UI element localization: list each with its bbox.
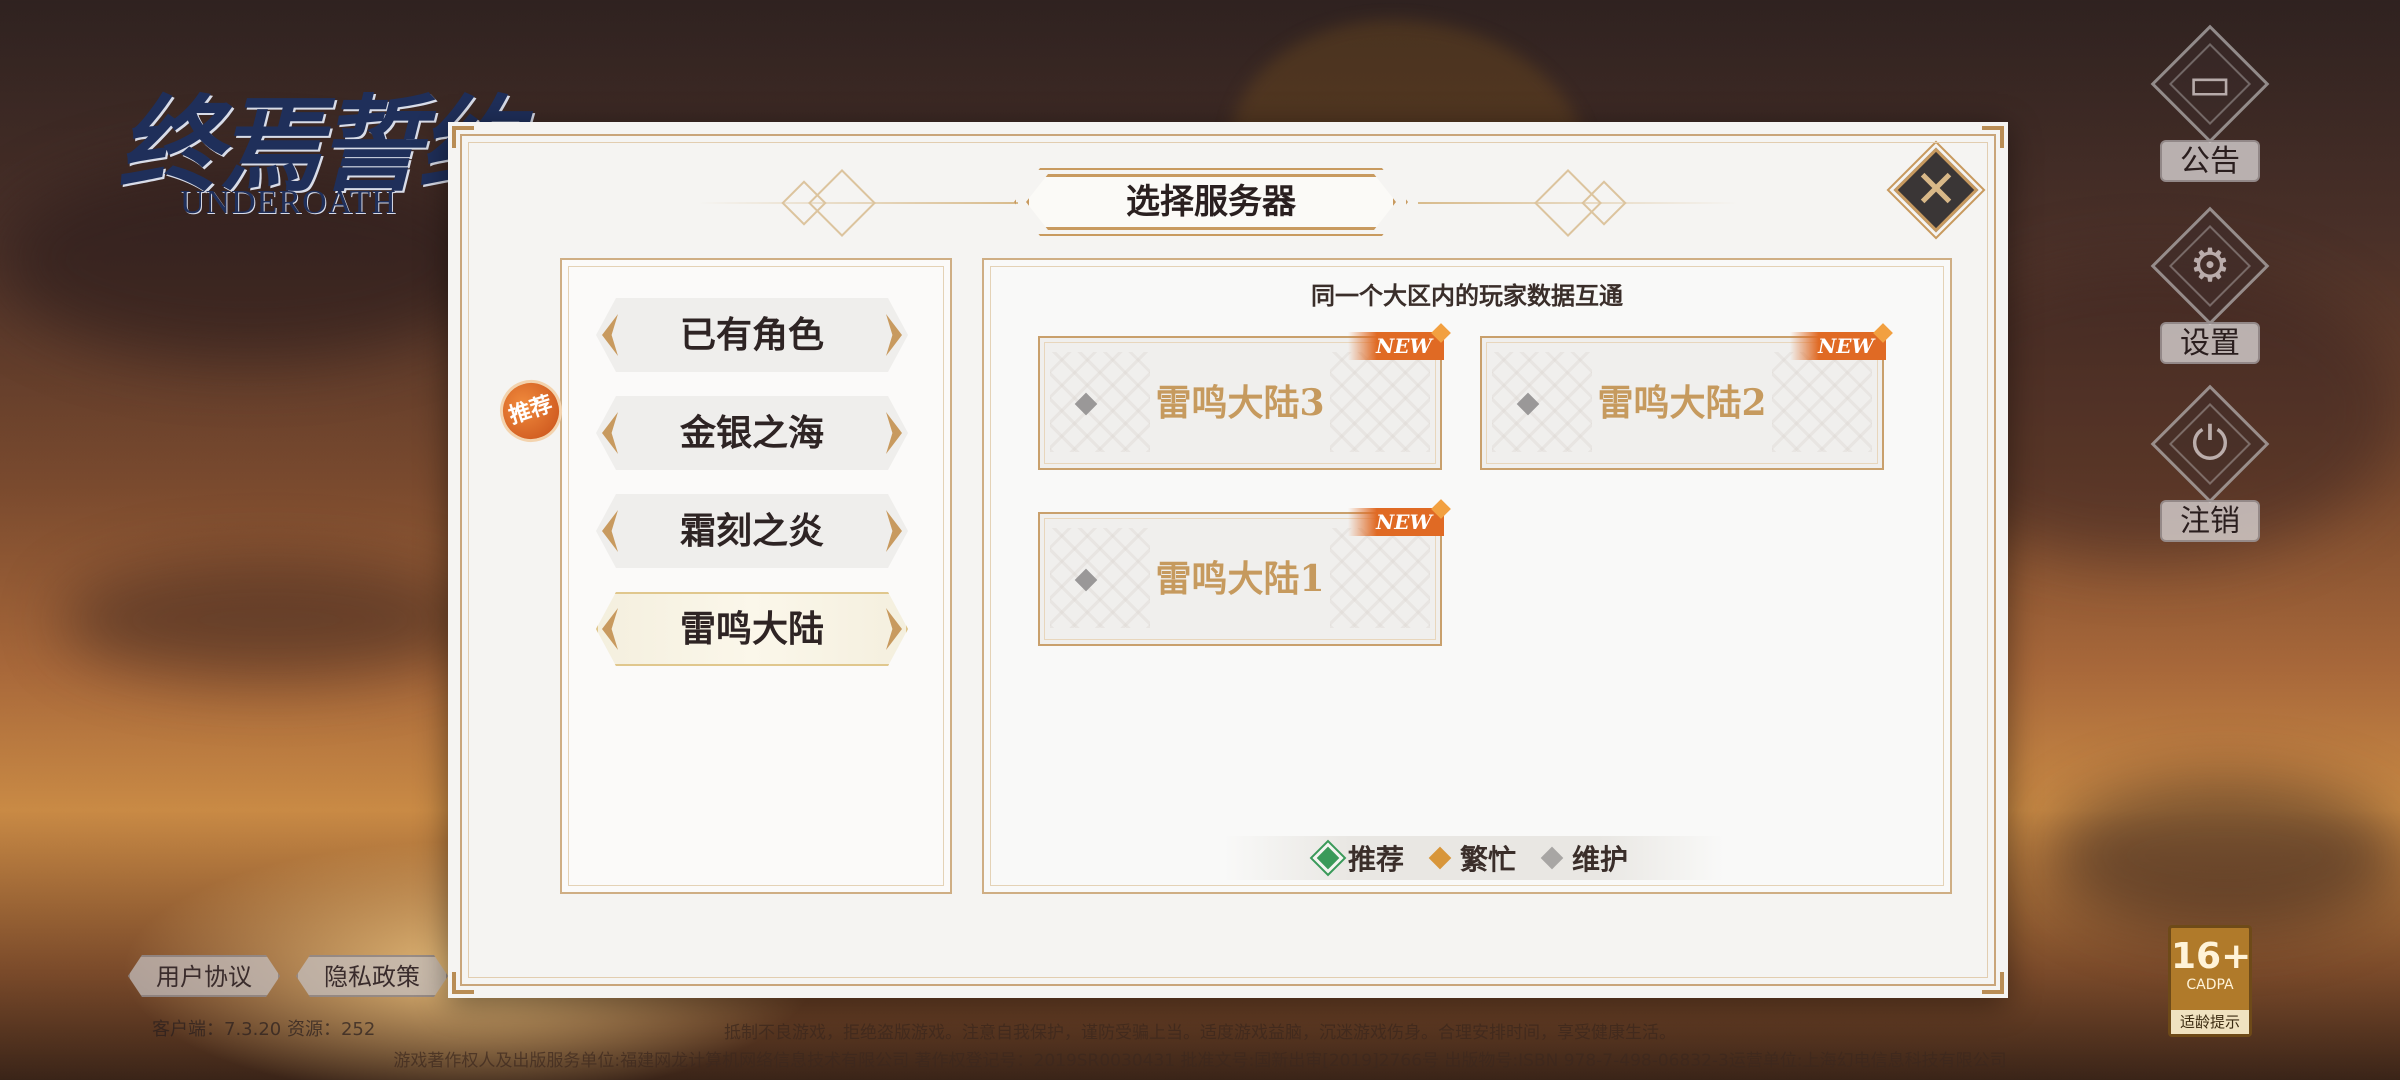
arrow-left-icon [602,510,618,552]
title-ornament [1534,169,1602,237]
legend-item-maintenance: 维护 [1540,838,1629,878]
title-banner-outline [1014,168,1408,236]
title-ornament [781,180,827,226]
announcement-icon: ▭ [2188,56,2232,110]
frame-corner [452,126,474,148]
region-label: 雷鸣大陆 [679,608,824,650]
title-ornament [808,169,876,237]
frame-corner [1982,126,2004,148]
arrow-left-icon [602,608,618,650]
server-name: 雷鸣大陆1 [1155,558,1325,600]
maintenance-status-icon [1074,392,1098,416]
recommended-badge: 推荐 [491,371,571,451]
announcement-label: 公告 [2160,140,2260,182]
age-rating-org: CADPA [2186,977,2234,993]
close-icon[interactable]: ✕ [1906,152,1966,228]
arrow-left-icon [602,412,618,454]
title-ornament [698,202,1018,204]
logout-label: 注销 [2160,500,2260,542]
maintenance-status-icon [1516,392,1540,416]
user-agreement-link[interactable]: 用户协议 [128,955,280,997]
new-badge: NEW [1790,332,1886,360]
server-card[interactable]: 雷鸣大陆3 NEW [1038,323,1451,470]
data-sharing-hint: 同一个大区内的玩家数据互通 [1311,281,1623,310]
legend-item-busy: 繁忙 [1428,838,1516,878]
arrow-right-icon [886,314,902,356]
region-label: 霜刻之炎 [679,510,824,552]
frame-corner [1982,972,2004,994]
health-notice: 抵制不良游戏，拒绝盗版游戏。注意自我保护，谨防受骗上当。适度游戏益脑，沉迷游戏伤… [724,1023,1676,1043]
region-label: 金银之海 [679,412,824,454]
sparkle-icon [1873,323,1893,343]
legend-item-recommended: 推荐 [1316,838,1404,878]
power-icon: ⏻ [2191,416,2229,470]
region-list: 已有角色 金银之海 霜刻之炎 雷鸣大陆 [560,258,952,894]
age-rating-number: 16+ [2171,936,2252,977]
privacy-policy-link[interactable]: 隐私政策 [296,955,448,997]
logo-subtitle: UNDEROATH [180,184,397,221]
arrow-right-icon [886,510,902,552]
gear-icon: ⚙ [2189,238,2231,292]
maintenance-status-icon [1540,846,1564,870]
new-badge: NEW [1348,332,1444,360]
announcement-button[interactable]: ▭ 公告 [2140,24,2280,188]
background-cloud [2050,780,2400,930]
sparkle-icon [1431,323,1451,343]
new-badge: NEW [1348,508,1444,536]
copyright-notice: 游戏著作权人及出版服务单位:福建网龙计算机网络信息技术有限公司 著作权登记号：2… [393,1051,2007,1071]
server-list: 同一个大区内的玩家数据互通 雷鸣大陆3 NEW 雷鸣大陆2 NEW 雷鸣大陆1 … [982,258,1952,894]
status-legend: 推荐 繁忙 维护 [1224,836,1724,880]
maintenance-status-icon [1074,568,1098,592]
settings-label: 设置 [2160,322,2260,364]
region-item-golden-sea[interactable]: 金银之海 [596,396,908,470]
title-ornament [1581,180,1627,226]
server-card[interactable]: 雷鸣大陆1 NEW [1038,499,1451,646]
arrow-right-icon [886,608,902,650]
age-rating-badge[interactable]: 16+ CADPA 适龄提示 [2168,925,2252,1037]
server-card[interactable]: 雷鸣大陆2 NEW [1480,323,1893,470]
recommended-status-icon [1316,846,1340,870]
legend-label: 维护 [1572,843,1629,876]
sparkle-icon [1431,499,1451,519]
logout-button[interactable]: ⏻ 注销 [2140,384,2280,548]
legend-label: 繁忙 [1459,843,1516,876]
background-cloud [60,560,480,680]
server-select-dialog: 选择服务器 ✕ 已有角色 金银之海 霜刻之炎 雷鸣大陆 推荐 同一个大区内的玩家… [448,122,2008,998]
arrow-right-icon [886,412,902,454]
title-ornament [1418,202,1738,204]
server-name: 雷鸣大陆2 [1597,382,1767,424]
server-name: 雷鸣大陆3 [1155,382,1325,424]
legend-label: 推荐 [1347,843,1404,876]
dialog-title: 选择服务器 [1026,174,1396,230]
region-item-frost-flame[interactable]: 霜刻之炎 [596,494,908,568]
frame-corner [452,972,474,994]
busy-status-icon [1428,846,1452,870]
close-button[interactable] [1893,147,1979,233]
arrow-left-icon [602,314,618,356]
region-item-thunder-continent[interactable]: 雷鸣大陆 [596,592,908,666]
region-item-existing-characters[interactable]: 已有角色 [596,298,908,372]
settings-button[interactable]: ⚙ 设置 [2140,206,2280,370]
age-rating-tip: 适龄提示 [2171,1010,2249,1034]
region-label: 已有角色 [679,314,824,356]
